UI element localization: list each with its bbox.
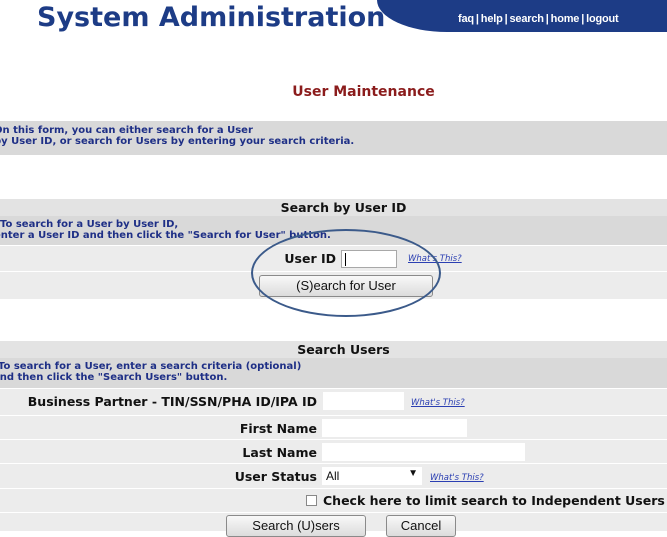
- chevron-down-icon: ▼: [408, 468, 418, 479]
- search-for-user-row: (S)earch for User: [0, 271, 667, 299]
- nav-link-home[interactable]: home: [551, 13, 580, 25]
- user-status-help-link[interactable]: What's This?: [430, 473, 484, 483]
- intro-text: On this form, you can either search for …: [0, 121, 667, 155]
- user-status-select[interactable]: All ▼: [322, 467, 422, 485]
- nav-separator: |: [581, 13, 585, 25]
- nav-separator: |: [504, 13, 508, 25]
- page-title: User Maintenance: [292, 84, 435, 100]
- app-header: System Administration faq | help | search | ho…: [0, 0, 667, 44]
- search-users-title: Search Users: [0, 341, 667, 358]
- intro-line-1: On this form, you can either search for …: [0, 125, 253, 136]
- user-id-label: User ID: [284, 251, 336, 266]
- search-users-instructions-line-1: To search for a User, enter a search cri…: [0, 361, 302, 372]
- search-users-instructions-line-2: and then click the "Search Users" button…: [0, 372, 228, 383]
- search-users-instructions: To search for a User, enter a search cri…: [0, 358, 667, 388]
- nav-link-help[interactable]: help: [481, 13, 503, 25]
- search-users-button[interactable]: Search (U)sers: [226, 515, 366, 537]
- search-by-id-instructions-line-2: enter a User ID and then click the "Sear…: [0, 230, 331, 241]
- search-by-id-instructions-line-1: To search for a User by User ID,: [0, 219, 179, 230]
- last-name-row: Last Name: [0, 439, 667, 463]
- nav-separator: |: [475, 13, 479, 25]
- independent-users-row: Check here to limit search to Independen…: [0, 488, 667, 512]
- user-id-row: User ID What's This?: [0, 245, 667, 271]
- nav-link-faq[interactable]: faq: [458, 13, 474, 25]
- text-cursor: [345, 253, 346, 266]
- last-name-label: Last Name: [242, 445, 317, 460]
- nav-link-search[interactable]: search: [510, 13, 544, 25]
- partner-id-input[interactable]: [323, 392, 404, 410]
- cancel-button[interactable]: Cancel: [386, 515, 456, 537]
- last-name-input[interactable]: [322, 443, 525, 461]
- nav-link-logout[interactable]: logout: [586, 13, 619, 25]
- user-id-input[interactable]: [341, 250, 397, 268]
- user-status-row: User Status All ▼ What's This?: [0, 463, 667, 488]
- partner-id-row: Business Partner - TIN/SSN/PHA ID/IPA ID…: [0, 388, 667, 415]
- app-title: System Administration: [37, 2, 386, 33]
- partner-id-label: Business Partner - TIN/SSN/PHA ID/IPA ID: [27, 394, 317, 409]
- first-name-row: First Name: [0, 415, 667, 439]
- nav-separator: |: [545, 13, 549, 25]
- top-nav: faq | help | search | home | logout: [458, 13, 619, 25]
- action-buttons-row: Search (U)sers Cancel: [0, 512, 667, 537]
- user-id-help-link[interactable]: What's This?: [408, 254, 462, 264]
- independent-users-label: Check here to limit search to Independen…: [323, 493, 665, 508]
- search-by-id-title: Search by User ID: [0, 199, 667, 216]
- user-status-label: User Status: [234, 469, 317, 484]
- search-for-user-button[interactable]: (S)earch for User: [259, 275, 433, 297]
- search-by-id-instructions: To search for a User by User ID, enter a…: [0, 216, 667, 245]
- partner-id-help-link[interactable]: What's This?: [411, 398, 465, 408]
- first-name-label: First Name: [239, 421, 317, 436]
- user-status-value: All: [326, 469, 340, 483]
- first-name-input[interactable]: [322, 419, 467, 437]
- intro-line-2: by User ID, or search for Users by enter…: [0, 136, 355, 147]
- independent-users-checkbox[interactable]: [306, 495, 317, 506]
